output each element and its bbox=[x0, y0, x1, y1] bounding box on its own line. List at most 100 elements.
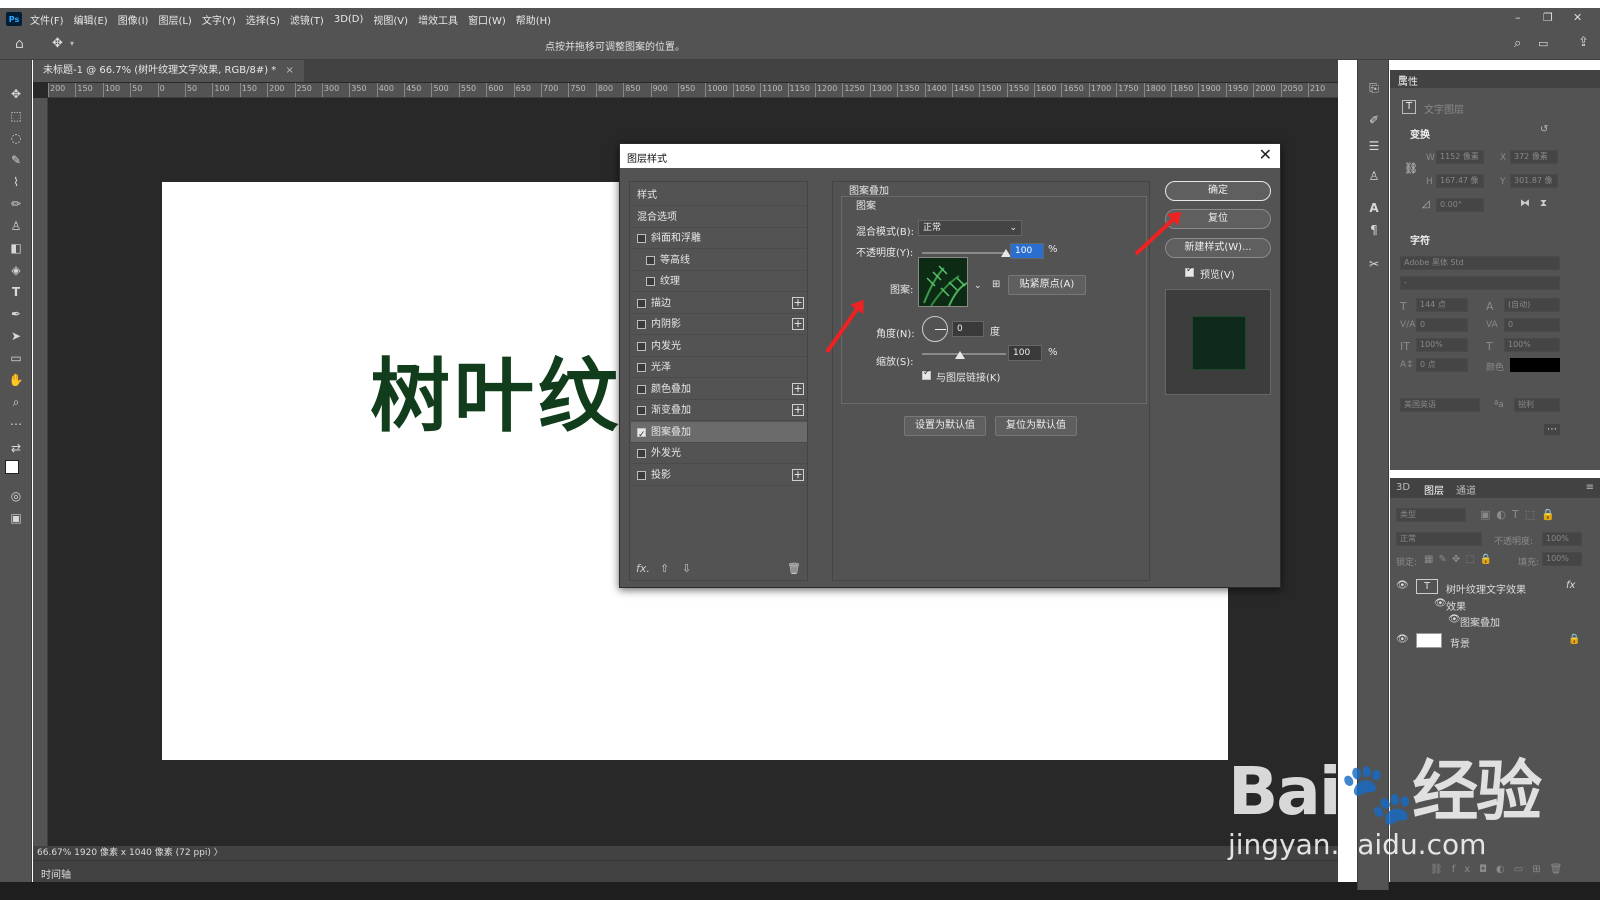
menu-window[interactable]: 窗口(W) bbox=[468, 12, 506, 27]
history-icon[interactable]: ⎘ bbox=[1366, 80, 1382, 96]
menu-file[interactable]: 文件(F) bbox=[30, 12, 64, 27]
leading-field[interactable]: (自动) bbox=[1504, 298, 1560, 312]
rectangle-tool-icon[interactable]: ▭ bbox=[8, 350, 24, 366]
type-tool-icon[interactable]: T bbox=[8, 284, 24, 300]
adjustments-icon[interactable]: ☰ bbox=[1366, 138, 1382, 154]
menu-help[interactable]: 帮助(H) bbox=[516, 12, 551, 27]
style-checkbox[interactable] bbox=[646, 255, 655, 265]
style-checkbox[interactable] bbox=[637, 320, 646, 329]
horizontal-scale-field[interactable]: 100% bbox=[1504, 338, 1560, 352]
move-tool-icon[interactable]: ✥ bbox=[52, 36, 63, 51]
close-icon[interactable]: ✕ bbox=[1259, 146, 1272, 164]
layer-fill-field[interactable]: 100% bbox=[1542, 552, 1582, 566]
tracking-field[interactable]: 0 bbox=[1504, 318, 1560, 332]
stamp-tool-icon[interactable]: ♙ bbox=[8, 218, 24, 234]
menu-3d[interactable]: 3D(D) bbox=[334, 14, 364, 25]
chevron-down-icon[interactable]: ⌄ bbox=[974, 281, 982, 291]
style-checkbox[interactable] bbox=[637, 384, 646, 394]
tools-icon[interactable]: ✂ bbox=[1366, 256, 1382, 272]
style-checkbox[interactable] bbox=[637, 425, 646, 446]
tab-3d[interactable]: 3D bbox=[1396, 482, 1410, 493]
eraser-tool-icon[interactable]: ◧ bbox=[8, 240, 24, 256]
opacity-slider-track[interactable] bbox=[922, 252, 1006, 254]
flip-horizontal-icon[interactable]: ⧓ bbox=[1520, 198, 1530, 209]
x-field[interactable]: 372 像素 bbox=[1510, 150, 1558, 164]
vertical-ruler[interactable] bbox=[33, 98, 48, 846]
layer-filter-input[interactable]: 类型 bbox=[1396, 508, 1466, 522]
font-family-select[interactable]: Adobe 黑体 Std bbox=[1400, 256, 1560, 270]
hand-tool-icon[interactable]: ✋ bbox=[8, 372, 24, 388]
visibility-eye-icon[interactable]: 👁 bbox=[1396, 634, 1409, 645]
quick-select-tool-icon[interactable]: ✎ bbox=[8, 152, 24, 168]
workspace-icon[interactable]: ▭ bbox=[1538, 37, 1548, 50]
style-checkbox[interactable] bbox=[637, 406, 646, 415]
angle-input[interactable]: 0 bbox=[952, 321, 984, 337]
font-style-select[interactable]: - bbox=[1400, 276, 1560, 290]
height-field[interactable]: 167.47 像 bbox=[1436, 174, 1484, 188]
add-effect-icon[interactable]: + bbox=[792, 382, 804, 395]
more-tools-icon[interactable]: ⋯ bbox=[8, 416, 24, 432]
pattern-swatch[interactable] bbox=[918, 257, 968, 307]
panel-menu-icon[interactable]: ≡ bbox=[1586, 482, 1594, 493]
layer-opacity-field[interactable]: 100% bbox=[1542, 532, 1582, 546]
foreground-color-swatch[interactable] bbox=[5, 460, 19, 474]
style-checkbox[interactable] bbox=[637, 470, 646, 480]
style-item[interactable]: 渐变叠加 + bbox=[631, 400, 807, 421]
color-swap-icon[interactable]: ⇄ bbox=[8, 440, 24, 456]
style-item[interactable]: 内阴影 + bbox=[631, 314, 807, 335]
restore-icon[interactable]: ❐ bbox=[1543, 11, 1553, 24]
horizontal-ruler[interactable]: 200 150 100 50 0 50 100 150 200 250 300 350 400 450 50… bbox=[48, 83, 1338, 98]
style-item[interactable]: 内发光 bbox=[631, 336, 807, 357]
add-effect-icon[interactable]: + bbox=[792, 404, 804, 416]
snap-origin-button[interactable]: 贴紧原点(A) bbox=[1008, 275, 1086, 295]
visibility-eye-icon[interactable]: 👁 bbox=[1448, 614, 1461, 625]
layer-row-text[interactable]: 👁 T 树叶纹理文字效果 fx bbox=[1390, 578, 1600, 596]
rotate-field[interactable]: 0.00° bbox=[1436, 198, 1484, 212]
menu-layer[interactable]: 图层(L) bbox=[158, 12, 191, 27]
fx-icon[interactable]: fx bbox=[1566, 580, 1575, 591]
style-item[interactable]: 斜面和浮雕 bbox=[631, 228, 807, 249]
style-item[interactable]: 等高线 bbox=[631, 250, 807, 271]
more-options-icon[interactable]: ⋯ bbox=[1544, 424, 1560, 435]
kerning-field[interactable]: 0 bbox=[1416, 318, 1468, 332]
paint-bucket-tool-icon[interactable]: ◈ bbox=[8, 262, 24, 278]
layer-blend-select[interactable]: 正常 bbox=[1396, 532, 1482, 546]
lock-icons[interactable]: ▦✎✥⬚🔒 bbox=[1424, 554, 1497, 565]
ok-button[interactable]: 确定 bbox=[1165, 181, 1271, 201]
style-checkbox[interactable] bbox=[637, 298, 646, 308]
search-icon[interactable]: ⌕ bbox=[1514, 36, 1521, 51]
style-item[interactable]: 样式 bbox=[631, 185, 807, 206]
font-size-field[interactable]: 144 点 bbox=[1416, 298, 1468, 312]
link-with-layer-checkbox[interactable] bbox=[922, 368, 931, 380]
style-item[interactable]: 图案叠加 bbox=[631, 421, 807, 446]
language-select[interactable]: 美国英语 bbox=[1400, 398, 1480, 412]
minimize-icon[interactable]: – bbox=[1515, 11, 1521, 24]
visibility-eye-icon[interactable]: 👁 bbox=[1434, 598, 1447, 609]
pen-tool-icon[interactable]: ✒ bbox=[8, 306, 24, 322]
paragraph-icon[interactable]: ¶ bbox=[1366, 222, 1382, 238]
style-item[interactable]: 光泽 bbox=[631, 357, 807, 378]
quick-mask-icon[interactable]: ◎ bbox=[8, 488, 24, 504]
move-down-icon[interactable]: ⇩ bbox=[682, 562, 691, 575]
menu-plugins[interactable]: 增效工具 bbox=[418, 12, 458, 27]
vertical-scale-field[interactable]: 100% bbox=[1416, 338, 1468, 352]
menu-filter[interactable]: 滤镜(T) bbox=[290, 12, 324, 27]
screen-mode-icon[interactable]: ▣ bbox=[8, 510, 24, 526]
close-tab-icon[interactable]: × bbox=[285, 65, 293, 76]
style-item[interactable]: 描边 + bbox=[631, 293, 807, 314]
close-window-icon[interactable]: ✕ bbox=[1573, 11, 1582, 24]
style-item[interactable]: 纹理 bbox=[631, 271, 807, 292]
new-style-button[interactable]: 新建样式(W)... bbox=[1165, 238, 1271, 258]
scale-input[interactable]: 100 bbox=[1008, 345, 1042, 361]
move-up-icon[interactable]: ⇧ bbox=[660, 562, 669, 575]
link-proportions-icon[interactable]: ⛓ bbox=[1404, 162, 1418, 175]
document-tab[interactable]: 未标题-1 @ 66.7% (树叶纹理文字效果, RGB/8#) * × bbox=[33, 60, 304, 82]
set-default-button[interactable]: 设置为默认值 bbox=[904, 416, 986, 436]
style-checkbox[interactable] bbox=[646, 277, 655, 286]
style-checkbox[interactable] bbox=[637, 234, 646, 243]
menu-select[interactable]: 选择(S) bbox=[246, 12, 280, 27]
blend-mode-select[interactable]: 正常 ⌄ bbox=[918, 220, 1022, 236]
add-effect-icon[interactable]: + bbox=[792, 468, 804, 481]
eyedropper-tool-icon[interactable]: ⌇ bbox=[8, 174, 24, 190]
brush-tool-icon[interactable]: ✏ bbox=[8, 196, 24, 212]
